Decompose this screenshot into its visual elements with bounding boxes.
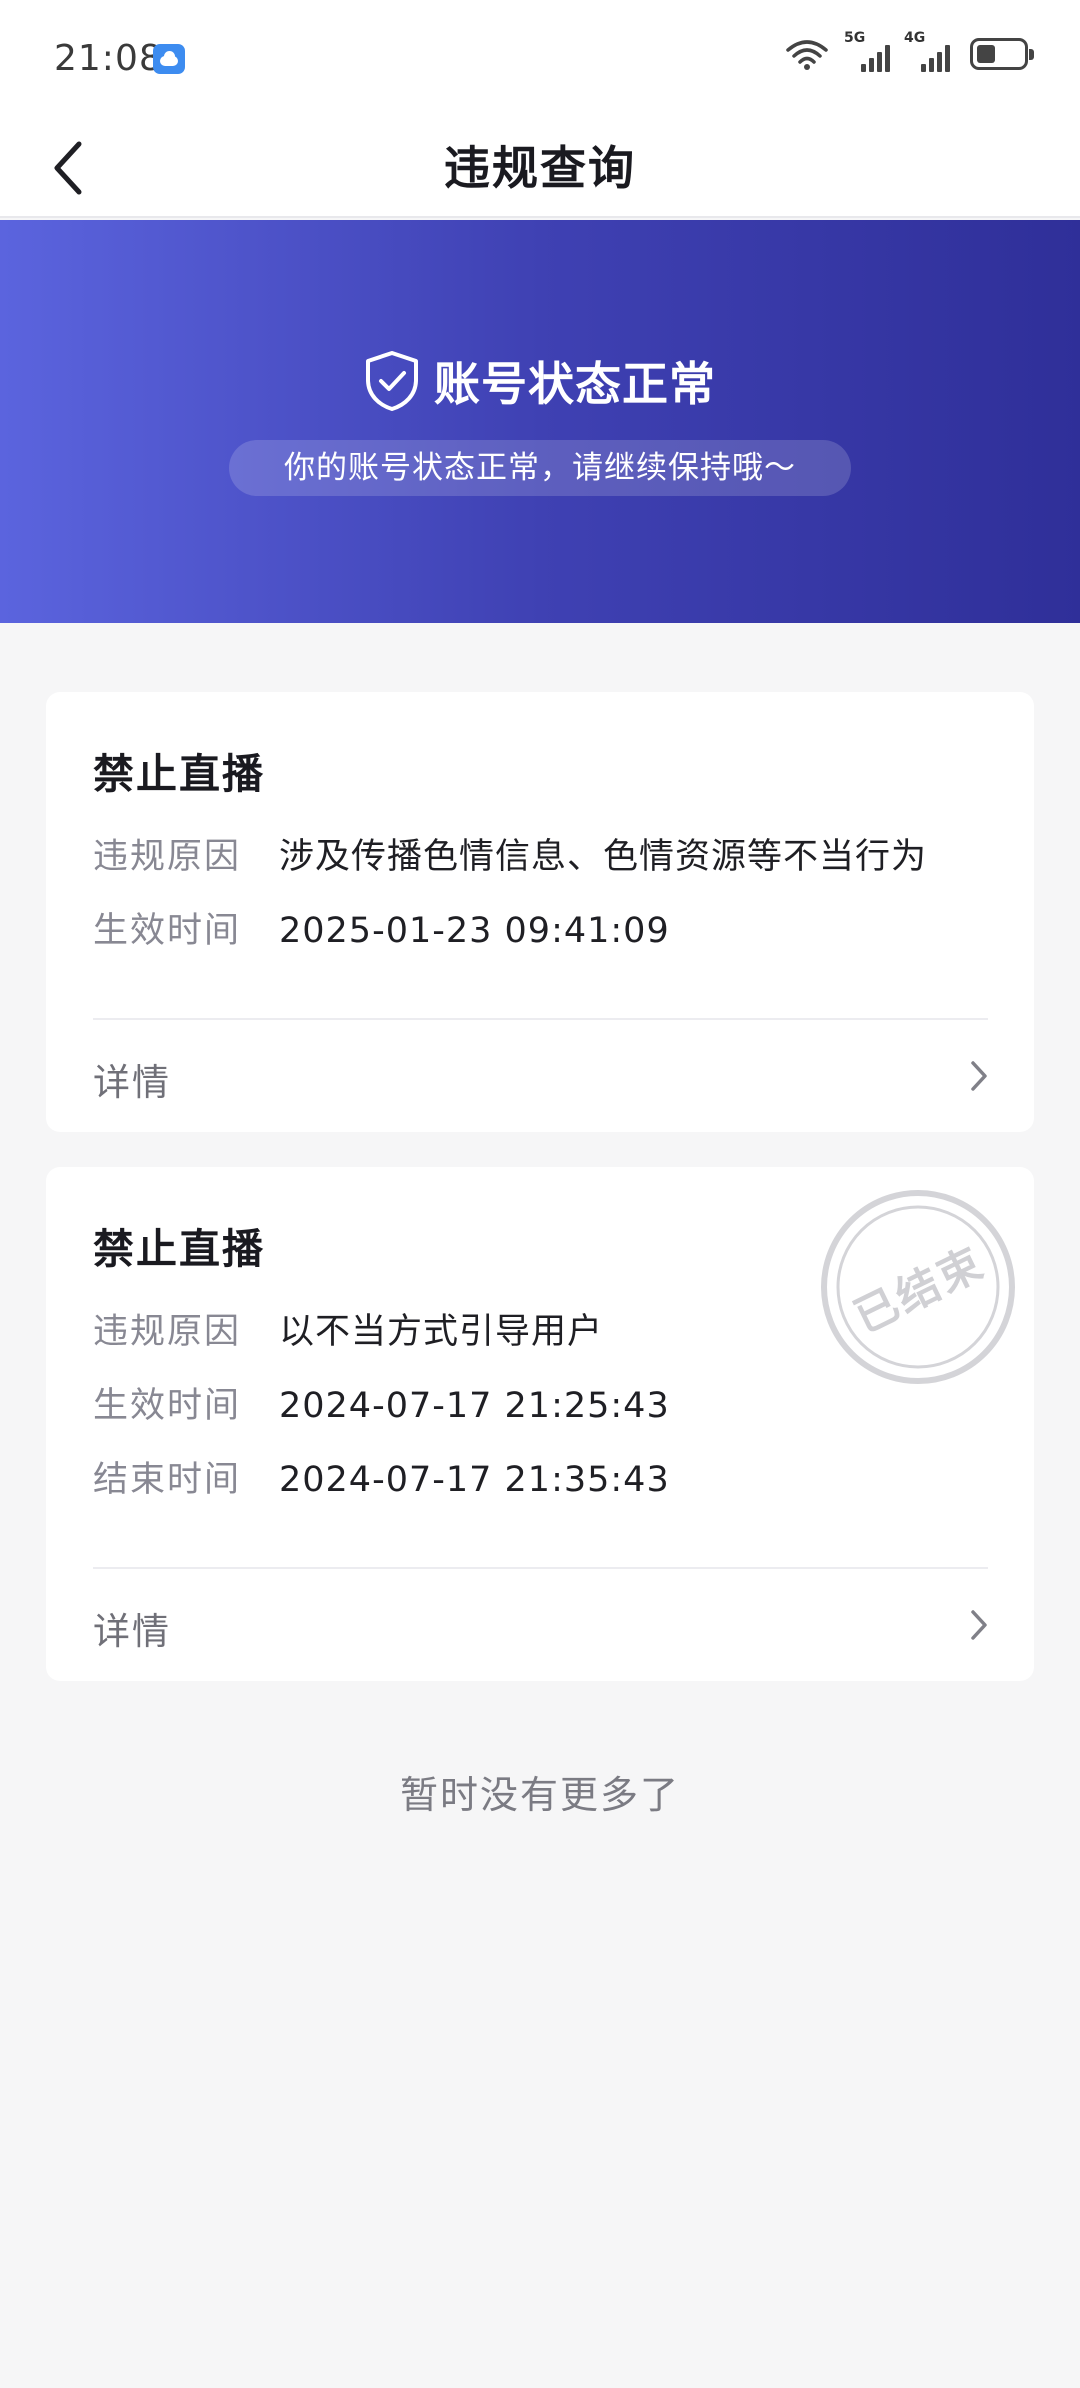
start-time-value: 2025-01-23 09:41:09 [279,911,670,951]
shield-check-icon [366,351,418,411]
status-bar: 21:08 5G 4G [0,0,1080,118]
detail-label: 详情 [93,1061,171,1104]
end-time-value: 2024-07-17 21:35:43 [279,1460,670,1500]
violation-title: 禁止直播 [93,750,265,798]
status-banner: 账号状态正常 你的账号状态正常，请继续保持哦～ [0,220,1080,623]
banner-title-row: 账号状态正常 [0,348,1080,414]
end-time-row: 结束时间 2024-07-17 21:35:43 [93,1457,670,1503]
battery-icon [970,38,1034,70]
end-time-label: 结束时间 [93,1460,242,1500]
status-icons: 5G 4G [784,30,1034,72]
page-title: 违规查询 [444,141,636,195]
nav-bar: 违规查询 [0,118,1080,218]
back-button[interactable] [38,118,98,218]
start-time-label: 生效时间 [93,1386,242,1426]
signal-5g-label: 5G [844,30,866,46]
chevron-right-icon [971,1610,987,1640]
banner-title: 账号状态正常 [434,357,716,411]
back-arrow-icon [54,141,82,195]
cloud-icon [153,44,185,74]
start-time-row: 生效时间 2025-01-23 09:41:09 [93,908,670,954]
banner-subtitle: 你的账号状态正常，请继续保持哦～ [229,440,851,496]
chevron-right-icon [971,1061,987,1091]
start-time-label: 生效时间 [93,911,242,951]
no-more-note: 暂时没有更多了 [399,1773,680,1817]
detail-link[interactable]: 详情 [46,1569,1034,1679]
wifi-icon [786,40,828,70]
reason-row: 违规原因 以不当方式引导用户 [93,1309,603,1355]
ended-stamp: 已结束 [818,1187,1018,1387]
signal-4g-label: 4G [904,30,926,46]
reason-label: 违规原因 [93,1312,242,1352]
reason-value: 涉及传播色情信息、色情资源等不当行为 [279,837,928,877]
detail-link[interactable]: 详情 [46,1020,1034,1130]
violation-card: 禁止直播 违规原因 涉及传播色情信息、色情资源等不当行为 生效时间 2025-0… [46,692,1034,1132]
violation-card: 已结束 禁止直播 违规原因 以不当方式引导用户 生效时间 2024-07-17 … [46,1167,1034,1681]
status-time: 21:08 [54,38,163,79]
reason-label: 违规原因 [93,837,242,877]
reason-value: 以不当方式引导用户 [279,1312,604,1352]
battery-level [977,45,995,63]
signal-5g-icon: 5G [844,30,890,72]
start-time-value: 2024-07-17 21:25:43 [279,1386,670,1426]
start-time-row: 生效时间 2024-07-17 21:25:43 [93,1383,670,1429]
violation-title: 禁止直播 [93,1225,265,1273]
reason-row: 违规原因 涉及传播色情信息、色情资源等不当行为 [93,834,927,880]
detail-label: 详情 [93,1610,171,1653]
signal-4g-icon: 4G [904,30,950,72]
